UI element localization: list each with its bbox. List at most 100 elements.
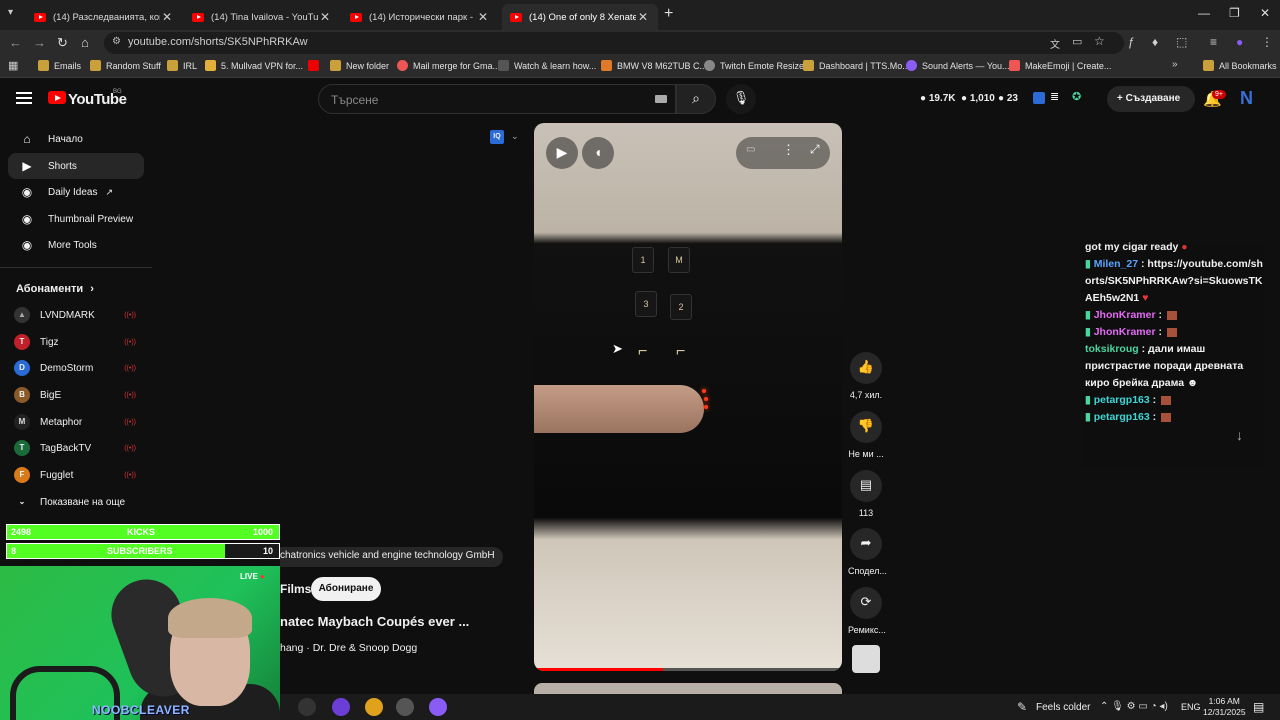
browser-tab[interactable]: (14) Разследванията, които бе✕ (26, 4, 182, 30)
all-bookmarks[interactable]: All Bookmarks (1203, 60, 1277, 71)
bookmark-item[interactable]: Watch & learn how... (498, 60, 596, 71)
extension-leaf-icon[interactable]: ♦ (1152, 35, 1158, 49)
bookmark-item[interactable]: MakeEmoji | Create... (1009, 60, 1111, 71)
video-progress-bar[interactable] (534, 668, 842, 671)
close-tab-icon[interactable]: ✕ (636, 10, 650, 24)
app-icon[interactable] (396, 698, 414, 716)
bookmark-item[interactable]: 5. Mullvad VPN for... (205, 60, 303, 71)
forward-icon[interactable]: → (33, 35, 46, 50)
subscription-item[interactable]: M Metaphor ((•)) (14, 412, 144, 432)
video-credit-chip[interactable]: chatronics vehicle and engine technology… (280, 547, 503, 567)
restore-icon[interactable]: ❐ (1229, 6, 1240, 20)
app-icon[interactable] (429, 698, 447, 716)
share-button[interactable]: ➦ Сподел... (848, 528, 887, 576)
bookmark-item[interactable]: New folder (330, 60, 389, 71)
sponsor-icon[interactable]: ✪ (1072, 90, 1081, 103)
play-button[interactable]: ▶ (546, 137, 578, 169)
more-options-icon[interactable]: ⋮ (782, 142, 795, 158)
like-button[interactable]: 👍 4,7 хил. (848, 352, 884, 400)
app-icon[interactable] (298, 698, 316, 716)
music-credit[interactable]: hang · Dr. Dre & Snoop Dogg (280, 642, 417, 654)
tab-search-icon[interactable]: ≡ (1210, 35, 1217, 49)
translate-icon[interactable]: 文 (1050, 36, 1060, 51)
subscription-item[interactable]: B BigE ((•)) (14, 385, 144, 405)
next-short-arrow-icon[interactable]: ↓ (1236, 427, 1243, 443)
bookmark-star-icon[interactable]: ☆ (1094, 34, 1105, 48)
sidebar-item-home[interactable]: ⌂ Начало (8, 126, 144, 152)
bookmark-item[interactable]: Mail merge for Gma... (397, 60, 500, 71)
bookmark-item[interactable]: Emails (38, 60, 81, 71)
keyboard-icon[interactable] (655, 95, 667, 103)
remix-button[interactable]: ⟳ Ремикс... (848, 587, 886, 635)
notification-center-icon[interactable]: ▤ (1253, 700, 1264, 714)
bookmark-item[interactable]: BMW V8 M62TUB C... (601, 60, 707, 71)
fullscreen-icon[interactable]: ⤢ (810, 142, 820, 157)
browser-menu-icon[interactable]: ⋮ (1261, 35, 1273, 49)
subscribe-button[interactable]: Абониране (311, 577, 381, 601)
sidebar-item-more-tools[interactable]: ◉ More Tools (8, 232, 144, 258)
queue-icon[interactable]: ≣ (1050, 90, 1059, 103)
volume-button[interactable]: ◖ (582, 137, 614, 169)
language-indicator[interactable]: ENG (1181, 702, 1201, 712)
iq-extension-icon[interactable]: IQ (490, 130, 504, 144)
chrome-icon[interactable] (365, 698, 383, 716)
extension-f-icon[interactable]: ƒ (1128, 35, 1135, 49)
bookmark-item[interactable]: IRL (167, 60, 197, 71)
bookmark-item[interactable]: Random Stuff (90, 60, 161, 71)
menu-icon[interactable] (16, 92, 32, 104)
subscription-item[interactable]: T TagBackTV ((•)) (14, 438, 144, 458)
close-tab-icon[interactable]: ✕ (318, 10, 332, 24)
captions-icon[interactable]: ▭ (746, 144, 755, 155)
browser-tab-active[interactable]: (14) One of only 8 Xenatec May✕ (502, 4, 658, 30)
close-tab-icon[interactable]: ✕ (476, 10, 490, 24)
browser-tab[interactable]: (14) Tina Ivailova - YouTube ✕ (184, 4, 340, 30)
subscription-item[interactable]: ▲ LVNDMARK ((•)) (14, 305, 144, 325)
window-close-icon[interactable]: ✕ (1260, 6, 1270, 20)
youtube-logo-icon[interactable] (48, 91, 66, 104)
video-title[interactable]: natec Maybach Coupés ever ... (280, 614, 469, 629)
system-tray-icons[interactable]: ⌃ 🎙 ⚙ ▭ ◔ ◂) (1100, 701, 1168, 712)
address-bar[interactable]: ⚙ youtube.com/shorts/SK5NPhRRKAw 文 ▭ ☆ (104, 32, 1124, 54)
voice-search-button[interactable]: 🎙 (726, 84, 756, 114)
dislike-button[interactable]: 👎 Не ми ... (848, 411, 884, 459)
search-button[interactable]: ⌕ (676, 84, 716, 114)
short-video-player[interactable]: ▶ ◖ ▭ ⋮ ⤢ 1 M 3 2 ⌐ ⌐ (534, 123, 842, 671)
extension-iq-icon[interactable] (1033, 92, 1045, 104)
app-icon[interactable] (332, 698, 350, 716)
comments-button[interactable]: ▤ 113 (848, 470, 884, 518)
minimize-icon[interactable]: — (1198, 6, 1210, 20)
bookmark-item[interactable] (308, 60, 324, 71)
chevron-down-icon[interactable]: ⌄ (511, 131, 519, 142)
bookmark-item[interactable]: Twitch Emote Resizer (704, 60, 807, 71)
subscription-item[interactable]: T Tigz ((•)) (14, 332, 144, 352)
extensions-puzzle-icon[interactable]: ⬚ (1176, 35, 1187, 49)
home-button-icon[interactable]: ⌂ (81, 35, 89, 50)
browser-tab[interactable]: (14) Исторически парк - Царс✕ (342, 4, 498, 30)
back-icon[interactable]: ← (9, 35, 22, 50)
reload-icon[interactable]: ↻ (57, 35, 68, 51)
tab-list-icon[interactable]: ▾ (8, 7, 13, 18)
avatar[interactable]: N (1240, 88, 1253, 109)
cast-icon[interactable]: ▭ (1072, 35, 1082, 48)
create-button[interactable]: + Създаване (1107, 86, 1195, 112)
apps-grid-icon[interactable]: ▦ (8, 59, 18, 72)
subscriptions-heading[interactable]: Абонаменти › (16, 283, 94, 295)
more-bookmarks-icon[interactable]: » (1172, 59, 1178, 70)
weather-text[interactable]: Feels colder (1036, 702, 1090, 713)
new-tab-icon[interactable]: + (664, 5, 673, 23)
sidebar-item-thumbnail-preview[interactable]: ◉ Thumbnail Preview (8, 206, 144, 232)
profile-icon[interactable]: ● (1236, 35, 1243, 49)
close-tab-icon[interactable]: ✕ (160, 10, 174, 24)
channel-name[interactable]: Films (280, 582, 311, 596)
weather-icon[interactable]: ✎ (1017, 700, 1027, 714)
clock[interactable]: 1:06 AM 12/31/2025 (1203, 696, 1246, 718)
bookmark-item[interactable]: Sound Alerts — You... (906, 60, 1010, 71)
bookmark-item[interactable]: Dashboard | TTS.Mo... (803, 60, 910, 71)
site-info-icon[interactable]: ⚙ (112, 36, 121, 47)
channel-avatar[interactable] (852, 645, 880, 673)
subscription-item[interactable]: D DemoStorm ((•)) (14, 358, 144, 378)
search-input[interactable]: Търсене (318, 84, 676, 114)
sidebar-item-daily-ideas[interactable]: ◉ Daily Ideas ↗ (8, 179, 144, 205)
sidebar-item-shorts[interactable]: ▶ Shorts (8, 153, 144, 179)
show-more-item[interactable]: ⌄ Показване на още (14, 492, 144, 512)
